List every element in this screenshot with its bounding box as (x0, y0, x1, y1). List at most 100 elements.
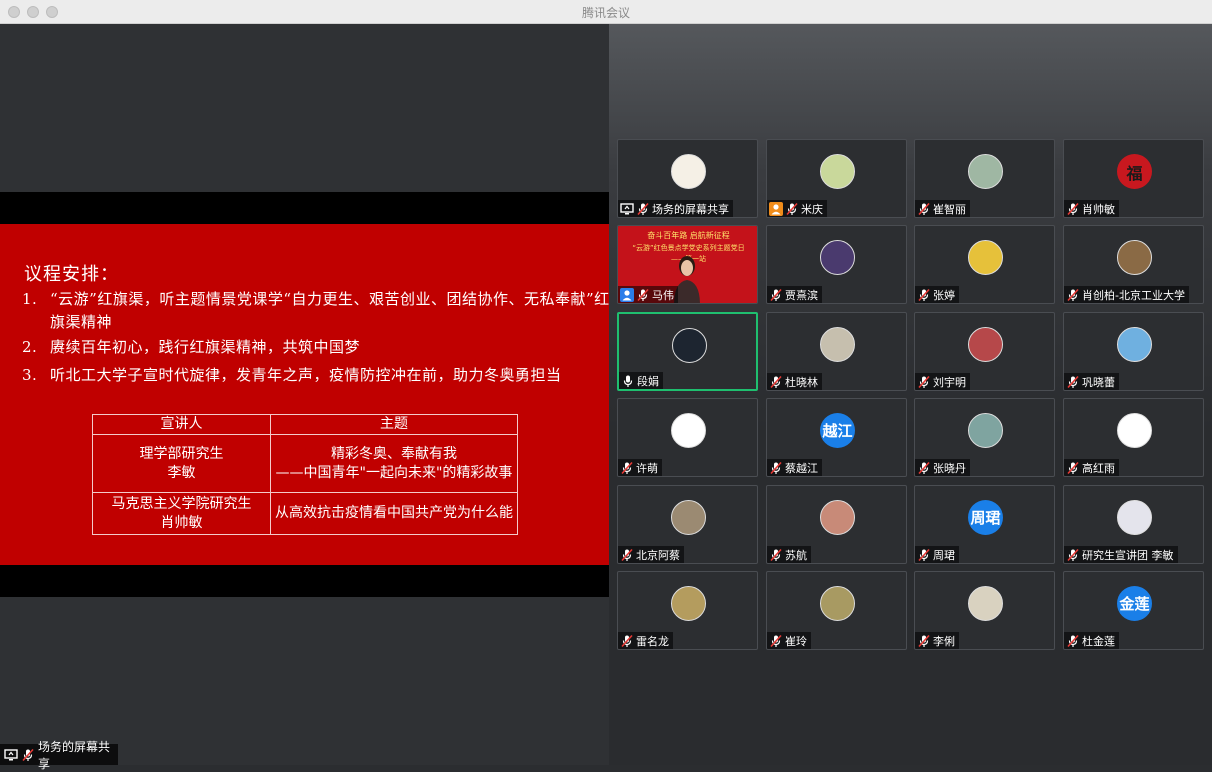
agenda-item-3: 3. 听北工大学子宣时代旋律，发青年之声，疫情防控冲在前，助力冬奥勇担当 (22, 364, 602, 387)
avatar (968, 154, 1003, 189)
speaker-role: 马克思主义学院研究生 (111, 495, 252, 512)
share-source-label: 场务的屏幕共享 (0, 740, 118, 771)
meeting-window: 腾讯会议 议程安排： 1. “云游”红旗渠，听主题情景党课学“自力更生、艰苦创业… (0, 0, 1212, 771)
participant-tile[interactable]: 周珺 周珺 (914, 485, 1055, 564)
speaker-name: 肖帅敏 (160, 514, 203, 531)
participant-tile[interactable]: 肖创柏-北京工业大学 (1063, 225, 1204, 304)
participant-name: 贾熹滨 (785, 288, 818, 302)
avatar-initials: 金莲 (1119, 595, 1150, 613)
participant-tile[interactable]: 福肖帅敏 (1063, 139, 1204, 218)
share-label-text: 场务的屏幕共享 (38, 739, 111, 771)
participant-name: 刘宇明 (933, 375, 966, 389)
microphone-muted-icon (636, 288, 650, 302)
participant-name: 杜晓林 (785, 375, 818, 389)
microphone-muted-icon (785, 202, 799, 216)
participant-tile[interactable]: 崔智丽 (914, 139, 1055, 218)
participant-name: 北京阿蔡 (636, 548, 680, 562)
participant-label: 段娟 (619, 372, 663, 389)
screen-share-view[interactable]: 议程安排： 1. “云游”红旗渠，听主题情景党课学“自力更生、艰苦创业、团结协作… (0, 24, 609, 765)
participant-tile[interactable]: 巩晓蕾 (1063, 312, 1204, 391)
agenda-num: 2. (22, 338, 38, 356)
microphone-muted-icon (1066, 202, 1080, 216)
participant-tile[interactable]: 杜晓林 (766, 312, 907, 391)
participant-tile[interactable]: 贾熹滨 (766, 225, 907, 304)
participant-tile[interactable]: 高红雨 (1063, 398, 1204, 477)
participant-tile[interactable]: 苏航 (766, 485, 907, 564)
screen-share-icon (4, 748, 18, 761)
participant-tile[interactable]: 张晓丹 (914, 398, 1055, 477)
agenda-num: 3. (22, 366, 38, 384)
table-row: 理学部研究生 李敏 精彩冬奥、奉献有我 ——中国青年"一起向未来"的精彩故事 (92, 434, 518, 493)
participant-tile[interactable]: 刘宇明 (914, 312, 1055, 391)
participant-label: 张婷 (915, 286, 959, 303)
participant-tile[interactable]: 越江蔡越江 (766, 398, 907, 477)
table-header: 宣讲人 (92, 414, 271, 435)
agenda-item-1: 1. “云游”红旗渠，听主题情景党课学“自力更生、艰苦创业、团结协作、无私奉献”… (22, 288, 612, 334)
avatar (1117, 413, 1152, 448)
participant-label: 场务的屏幕共享 (618, 200, 733, 217)
avatar (968, 240, 1003, 275)
topic-title: 精彩冬奥、奉献有我 (331, 445, 457, 462)
table-header: 主题 (270, 414, 518, 435)
avatar (968, 586, 1003, 621)
participant-tile[interactable]: 李俐 (914, 571, 1055, 650)
participant-label: 肖帅敏 (1064, 200, 1119, 217)
microphone-muted-icon (917, 548, 931, 562)
participant-tile[interactable]: 雷名龙 (617, 571, 758, 650)
participant-name: 崔智丽 (933, 202, 966, 216)
avatar-initials: 周珺 (970, 509, 1001, 527)
microphone-muted-icon (1066, 548, 1080, 562)
avatar (671, 154, 706, 189)
participant-tile[interactable]: 段娟 (617, 312, 758, 391)
participant-name: 米庆 (801, 202, 823, 216)
letterbox-bottom (0, 565, 609, 597)
speaker-name: 李敏 (167, 464, 196, 481)
agenda-text: 赓续百年初心，践行红旗渠精神，共筑中国梦 (50, 338, 361, 356)
participant-label: 研究生宣讲团 李敏 (1064, 546, 1178, 563)
participant-tile[interactable]: 崔玲 (766, 571, 907, 650)
participant-label: 李俐 (915, 632, 959, 649)
avatar (1117, 500, 1152, 535)
participant-tile[interactable]: 张婷 (914, 225, 1055, 304)
participant-label: 蔡越江 (767, 459, 822, 476)
participant-name: 巩晓蕾 (1082, 375, 1115, 389)
participant-name: 崔玲 (785, 634, 807, 648)
participant-label: 张晓丹 (915, 459, 970, 476)
avatar-initials: 福 (1126, 163, 1143, 183)
avatar (820, 327, 855, 362)
avatar (672, 328, 707, 363)
participant-tile[interactable]: 金莲杜金莲 (1063, 571, 1204, 650)
participant-tile[interactable]: 北京阿蔡 (617, 485, 758, 564)
person-icon (769, 201, 783, 216)
participant-label: 马伟 (618, 286, 678, 303)
avatar (671, 413, 706, 448)
avatar-initials: 越江 (822, 422, 853, 440)
topic-title: 从高效抗击疫情看中国共产党为什么能 (275, 505, 513, 521)
avatar (820, 240, 855, 275)
microphone-muted-icon (917, 634, 931, 648)
participant-label: 巩晓蕾 (1064, 373, 1119, 390)
participant-name: 马伟 (652, 288, 674, 302)
microphone-muted-icon (769, 375, 783, 389)
participant-tile[interactable]: 场务的屏幕共享 (617, 139, 758, 218)
participant-label: 崔智丽 (915, 200, 970, 217)
speaker-table: 宣讲人 主题 理学部研究生 李敏 精彩冬奥、奉献有我 ——中国青年"一起向未来"… (92, 414, 518, 535)
microphone-muted-icon (769, 288, 783, 302)
avatar (968, 413, 1003, 448)
table-row: 马克思主义学院研究生 肖帅敏 从高效抗击疫情看中国共产党为什么能 (92, 492, 518, 535)
microphone-muted-icon (620, 461, 634, 475)
participant-tile[interactable]: 奋斗百年路 启航新征程“云游”红色景点学党史系列主题党日——第一站马伟 (617, 225, 758, 304)
participant-name: 高红雨 (1082, 461, 1115, 475)
microphone-muted-icon (21, 748, 35, 762)
microphone-muted-icon (917, 375, 931, 389)
participant-tile[interactable]: 米庆 (766, 139, 907, 218)
microphone-muted-icon (1066, 634, 1080, 648)
avatar (968, 327, 1003, 362)
participant-label: 杜金莲 (1064, 632, 1119, 649)
avatar: 福 (1117, 154, 1152, 189)
participant-label: 许萌 (618, 459, 662, 476)
participant-tile[interactable]: 许萌 (617, 398, 758, 477)
participant-gallery: 场务的屏幕共享 米庆 崔智丽 福肖帅敏奋斗百年路 启航新征程 “云游”红色景点学党史系列… (609, 24, 1212, 765)
participant-tile[interactable]: 研究生宣讲团 李敏 (1063, 485, 1204, 564)
participant-name: 肖帅敏 (1082, 202, 1115, 216)
